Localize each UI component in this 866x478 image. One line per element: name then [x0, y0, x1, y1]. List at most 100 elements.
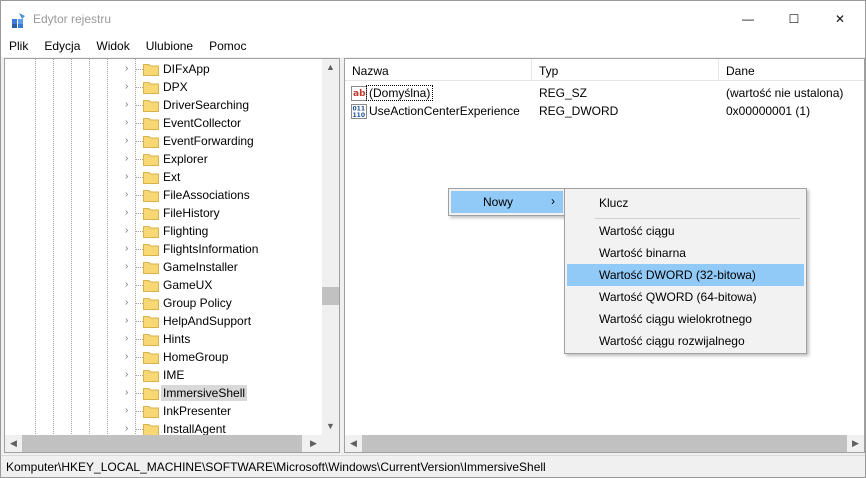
- scroll-up-icon[interactable]: ▲: [322, 59, 339, 76]
- close-icon: ✕: [834, 12, 846, 26]
- expand-chevron-icon[interactable]: ›: [125, 316, 133, 326]
- expand-chevron-icon[interactable]: ›: [125, 280, 133, 290]
- tree-vertical-scrollbar[interactable]: ▲ ▼: [322, 59, 339, 435]
- tree-node[interactable]: › InkPresenter: [5, 402, 321, 420]
- tree-node-label: FlightsInformation: [163, 242, 259, 256]
- expand-chevron-icon[interactable]: ›: [125, 388, 133, 398]
- submenu-item-binary-value[interactable]: Wartość binarna: [567, 242, 804, 264]
- tree-node[interactable]: › ImmersiveShell: [5, 384, 321, 402]
- value-row[interactable]: 011 110 UseActionCenterExperience REG_DW…: [345, 102, 864, 120]
- submenu-item-multi-string-value[interactable]: Wartość ciągu wielokrotnego: [567, 308, 804, 330]
- registry-tree[interactable]: › DIFxApp › DPX › DriverSearching › EventCollec…: [4, 58, 340, 453]
- expand-chevron-icon[interactable]: ›: [125, 100, 133, 110]
- menu-favorites[interactable]: Ulubione: [138, 37, 201, 57]
- minimize-button[interactable]: —: [725, 1, 771, 37]
- expand-chevron-icon[interactable]: ›: [125, 298, 133, 308]
- column-header-data[interactable]: Dane: [719, 59, 864, 81]
- string-value-icon: ab: [351, 86, 367, 101]
- list-hscroll-thumb[interactable]: [362, 435, 847, 452]
- submenu-item-key[interactable]: Klucz: [567, 192, 804, 214]
- tree-node[interactable]: › FileHistory: [5, 204, 321, 222]
- tree-node[interactable]: › Hints: [5, 330, 321, 348]
- scroll-left-icon[interactable]: ◀: [5, 435, 22, 452]
- expand-chevron-icon[interactable]: ›: [125, 352, 133, 362]
- close-button[interactable]: ✕: [817, 1, 863, 37]
- tree-node-label: DriverSearching: [163, 98, 250, 112]
- folder-icon: [143, 64, 159, 76]
- tree-node[interactable]: › IME: [5, 366, 321, 384]
- expand-chevron-icon[interactable]: ›: [125, 424, 133, 434]
- column-header-name[interactable]: Nazwa: [345, 59, 532, 81]
- tree-hscroll-thumb[interactable]: [22, 435, 302, 452]
- scroll-left-icon[interactable]: ◀: [345, 435, 362, 452]
- expand-chevron-icon[interactable]: ›: [125, 190, 133, 200]
- folder-icon: [143, 82, 159, 94]
- menu-edit[interactable]: Edycja: [36, 37, 88, 57]
- folder-icon: [143, 262, 159, 274]
- submenu-item-dword-value[interactable]: Wartość DWORD (32-bitowa): [567, 264, 804, 286]
- tree-node[interactable]: › EventForwarding: [5, 132, 321, 150]
- folder-icon: [143, 406, 159, 418]
- expand-chevron-icon[interactable]: ›: [125, 262, 133, 272]
- expand-chevron-icon[interactable]: ›: [125, 172, 133, 182]
- tree-node-label: HelpAndSupport: [163, 314, 252, 328]
- title-bar[interactable]: Edytor rejestru — ☐ ✕: [1, 1, 865, 37]
- tree-node[interactable]: › Flighting: [5, 222, 321, 240]
- tree-node[interactable]: › GameUX: [5, 276, 321, 294]
- submenu-item-expandable-string-value[interactable]: Wartość ciągu rozwijalnego: [567, 330, 804, 352]
- tree-horizontal-scrollbar[interactable]: ◀ ▶: [5, 435, 339, 452]
- folder-icon: [143, 370, 159, 382]
- expand-chevron-icon[interactable]: ›: [125, 208, 133, 218]
- expand-chevron-icon[interactable]: ›: [125, 154, 133, 164]
- menu-view[interactable]: Widok: [88, 37, 137, 57]
- expand-chevron-icon[interactable]: ›: [125, 226, 133, 236]
- menu-item-new[interactable]: Nowy ›: [451, 191, 563, 213]
- expand-chevron-icon[interactable]: ›: [125, 64, 133, 74]
- folder-icon: [143, 226, 159, 238]
- expand-chevron-icon[interactable]: ›: [125, 136, 133, 146]
- folder-icon: [143, 352, 159, 364]
- tree-node[interactable]: › DIFxApp: [5, 60, 321, 78]
- expand-chevron-icon[interactable]: ›: [125, 244, 133, 254]
- tree-node[interactable]: › Ext: [5, 168, 321, 186]
- tree-node[interactable]: › GameInstaller: [5, 258, 321, 276]
- menu-help[interactable]: Pomoc: [201, 37, 254, 57]
- maximize-icon: ☐: [788, 12, 800, 26]
- menu-file[interactable]: Plik: [1, 37, 36, 57]
- list-horizontal-scrollbar[interactable]: ◀ ▶: [345, 435, 864, 452]
- expand-chevron-icon[interactable]: ›: [125, 82, 133, 92]
- tree-node[interactable]: › FileAssociations: [5, 186, 321, 204]
- value-row[interactable]: ab (Domyślna) REG_SZ (wartość nie ustalo…: [345, 84, 864, 102]
- tree-node[interactable]: › HomeGroup: [5, 348, 321, 366]
- tree-node[interactable]: › DPX: [5, 78, 321, 96]
- expand-chevron-icon[interactable]: ›: [125, 406, 133, 416]
- folder-icon: [143, 280, 159, 292]
- expand-chevron-icon[interactable]: ›: [125, 334, 133, 344]
- value-data: 0x00000001 (1): [726, 104, 811, 118]
- tree-node-label: ImmersiveShell: [161, 385, 248, 401]
- scroll-right-icon[interactable]: ▶: [847, 435, 864, 452]
- value-name: UseActionCenterExperience: [369, 104, 520, 118]
- tree-scroll-thumb[interactable]: [322, 287, 339, 305]
- column-header-type[interactable]: Typ: [532, 59, 719, 81]
- tree-node[interactable]: › FlightsInformation: [5, 240, 321, 258]
- expand-chevron-icon[interactable]: ›: [125, 118, 133, 128]
- tree-node[interactable]: › DriverSearching: [5, 96, 321, 114]
- folder-icon: [143, 154, 159, 166]
- expand-chevron-icon[interactable]: ›: [125, 370, 133, 380]
- tree-node[interactable]: › Group Policy: [5, 294, 321, 312]
- tree-node[interactable]: › EventCollector: [5, 114, 321, 132]
- submenu-item-qword-value[interactable]: Wartość QWORD (64-bitowa): [567, 286, 804, 308]
- scroll-right-icon[interactable]: ▶: [305, 435, 322, 452]
- svg-text:ab: ab: [353, 89, 366, 99]
- submenu-item-label: Wartość ciągu wielokrotnego: [599, 312, 752, 326]
- tree-node-label: DIFxApp: [163, 62, 210, 76]
- tree-node-label: Hints: [163, 332, 191, 346]
- submenu-item-string-value[interactable]: Wartość ciągu: [567, 220, 804, 242]
- list-header: Nazwa Typ Dane: [345, 59, 864, 81]
- tree-node[interactable]: › HelpAndSupport: [5, 312, 321, 330]
- window-title: Edytor rejestru: [33, 12, 112, 26]
- tree-node[interactable]: › Explorer: [5, 150, 321, 168]
- scroll-down-icon[interactable]: ▼: [322, 418, 339, 435]
- maximize-button[interactable]: ☐: [771, 1, 817, 37]
